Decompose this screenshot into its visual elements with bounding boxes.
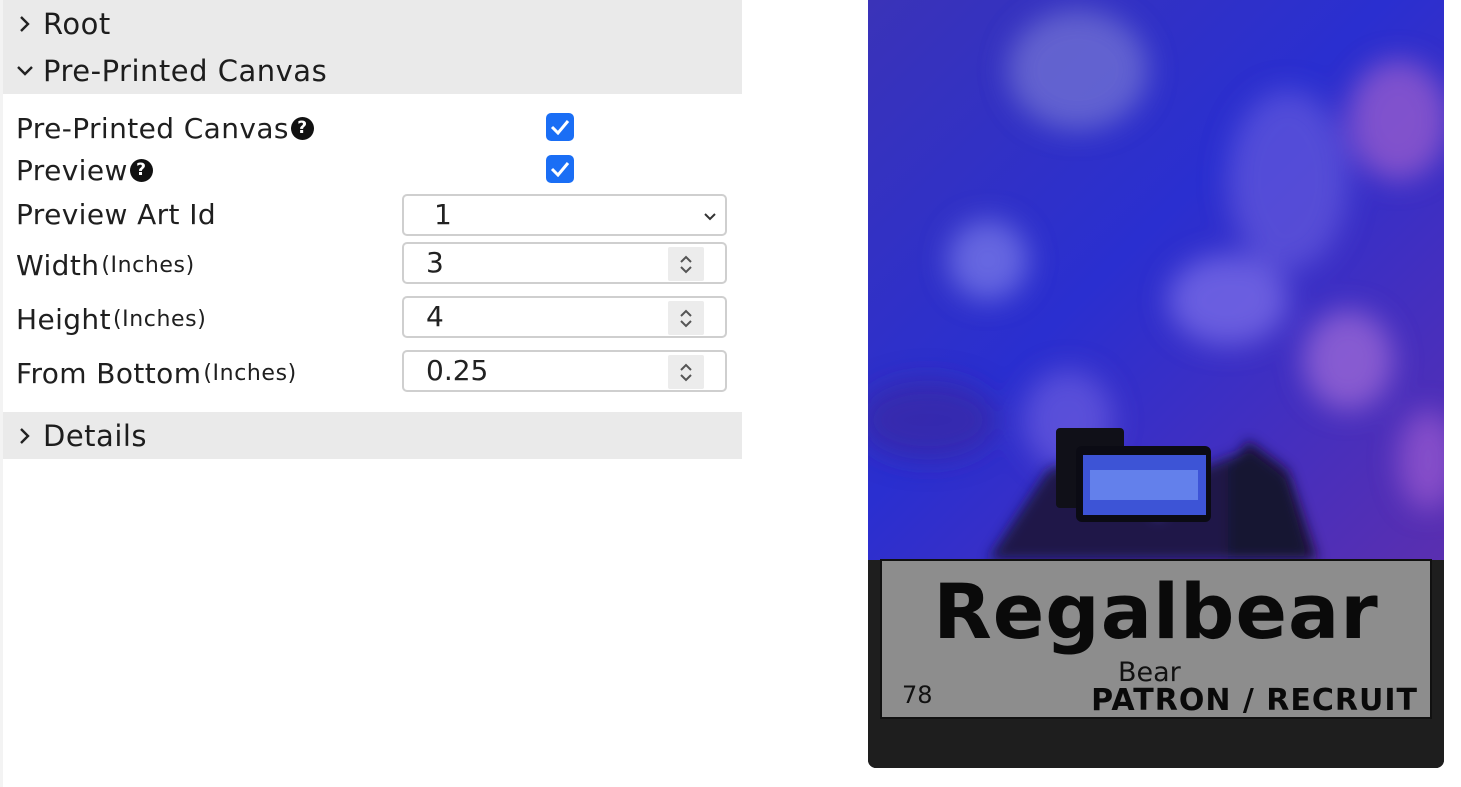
- stepper-down-icon[interactable]: [679, 373, 693, 382]
- chevron-down-icon: [703, 207, 717, 226]
- card-preview: Regalbear Bear 78 PATRON / RECRUIT: [868, 0, 1444, 768]
- pre-printed-canvas-label-wrap: Pre-Printed Canvas ?: [16, 109, 314, 147]
- from-bottom-input[interactable]: 0.25: [402, 350, 727, 392]
- pre-printed-canvas-label: Pre-Printed Canvas: [16, 111, 289, 145]
- preview-art-id-row: Preview Art Id 1: [3, 193, 742, 237]
- preview-checkbox[interactable]: [546, 155, 574, 183]
- preview-art-id-value: 1: [434, 198, 452, 231]
- from-bottom-unit: (Inches): [203, 360, 297, 386]
- from-bottom-label-wrap: From Bottom (Inches): [16, 353, 297, 393]
- section-header-pre-printed-canvas[interactable]: Pre-Printed Canvas: [3, 47, 742, 94]
- preview-art-id-label: Preview Art Id: [16, 197, 217, 231]
- help-icon[interactable]: ?: [129, 158, 153, 182]
- stepper-up-icon[interactable]: [679, 363, 693, 372]
- stepper-up-icon[interactable]: [679, 255, 693, 264]
- preview-row: Preview ?: [3, 148, 742, 192]
- check-icon: [550, 162, 570, 177]
- stepper-down-icon[interactable]: [679, 265, 693, 274]
- width-value: 3: [426, 246, 444, 279]
- width-unit: (Inches): [101, 252, 195, 278]
- pre-printed-canvas-row: Pre-Printed Canvas ?: [3, 106, 742, 150]
- from-bottom-stepper[interactable]: [668, 355, 704, 389]
- from-bottom-row: From Bottom (Inches) 0.25: [3, 350, 742, 396]
- height-value: 4: [426, 300, 444, 333]
- width-row: Width (Inches) 3: [3, 242, 742, 288]
- card-role: PATRON / RECRUIT: [1091, 683, 1418, 718]
- preview-label-wrap: Preview ?: [16, 151, 153, 189]
- height-stepper[interactable]: [668, 301, 704, 335]
- help-icon[interactable]: ?: [290, 116, 314, 140]
- section-header-root[interactable]: Root: [3, 0, 742, 47]
- width-stepper[interactable]: [668, 247, 704, 281]
- section-header-details[interactable]: Details: [3, 412, 742, 459]
- check-icon: [550, 120, 570, 135]
- from-bottom-label: From Bottom: [16, 356, 202, 390]
- height-label-wrap: Height (Inches): [16, 299, 206, 339]
- section-title-pre-printed-canvas: Pre-Printed Canvas: [43, 53, 328, 88]
- width-input[interactable]: 3: [402, 242, 727, 284]
- pre-printed-canvas-checkbox[interactable]: [546, 113, 574, 141]
- chevron-right-icon[interactable]: [11, 427, 39, 445]
- section-title-root: Root: [43, 6, 111, 41]
- section-title-details: Details: [43, 418, 148, 453]
- chevron-down-icon[interactable]: [11, 64, 39, 78]
- height-label: Height: [16, 302, 111, 336]
- stepper-up-icon[interactable]: [679, 309, 693, 318]
- width-label: Width: [16, 248, 100, 282]
- preview-art-id-select[interactable]: 1: [402, 194, 727, 236]
- chevron-right-icon[interactable]: [11, 15, 39, 33]
- height-input[interactable]: 4: [402, 296, 727, 338]
- height-unit: (Inches): [112, 306, 207, 332]
- card-nameplate: Regalbear Bear 78 PATRON / RECRUIT: [880, 559, 1432, 719]
- preview-label: Preview: [16, 153, 128, 187]
- card-name: Regalbear: [933, 567, 1379, 656]
- stepper-down-icon[interactable]: [679, 319, 693, 328]
- from-bottom-value: 0.25: [426, 354, 489, 387]
- card-number: 78: [902, 681, 933, 709]
- width-label-wrap: Width (Inches): [16, 245, 195, 285]
- height-row: Height (Inches) 4: [3, 296, 742, 342]
